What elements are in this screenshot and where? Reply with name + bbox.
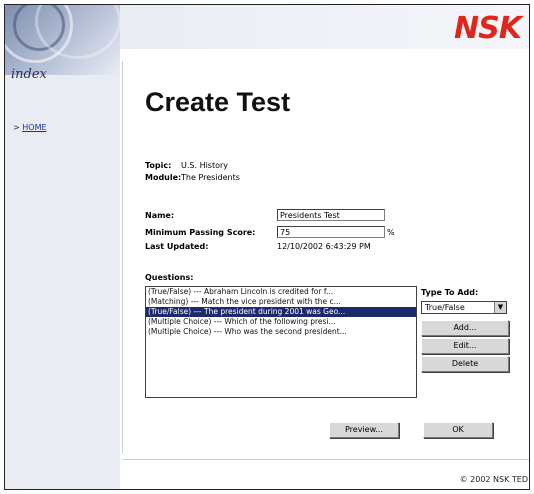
home-prefix: > <box>13 123 20 132</box>
passing-score-field[interactable] <box>277 226 385 238</box>
module-row: Module: The Presidents <box>145 173 240 182</box>
question-item[interactable]: (Multiple Choice) --- Which of the follo… <box>146 317 416 327</box>
preview-button[interactable]: Preview... <box>329 422 399 438</box>
edit-button[interactable]: Edit... <box>421 338 509 354</box>
module-label: Module: <box>145 173 182 182</box>
passing-score-label: Minimum Passing Score: <box>145 228 256 237</box>
copyright-text: © 2002 NSK TED <box>459 475 528 484</box>
question-item[interactable]: (Matching) --- Match the vice president … <box>146 297 416 307</box>
topic-label: Topic: <box>145 161 172 170</box>
topic-value: U.S. History <box>181 161 229 170</box>
header-bar: NSK <box>120 5 529 49</box>
topic-row: Topic: U.S. History <box>145 161 228 170</box>
name-label: Name: <box>145 211 175 220</box>
sidebar: index > HOME <box>5 5 120 489</box>
question-type-value: True/False <box>425 303 465 312</box>
question-item[interactable]: (Multiple Choice) --- Who was the second… <box>146 327 416 337</box>
index-label: index <box>11 67 47 82</box>
footer-divider <box>123 459 529 460</box>
nsk-logo: NSK <box>454 11 522 46</box>
type-to-add-label: Type To Add: <box>421 288 479 297</box>
name-field[interactable] <box>277 209 385 221</box>
chevron-down-icon[interactable]: ▼ <box>494 302 506 313</box>
question-item-selected[interactable]: (True/False) --- The president during 20… <box>146 307 416 317</box>
last-updated-label: Last Updated: <box>145 242 209 251</box>
add-button[interactable]: Add... <box>421 320 509 336</box>
module-value: The Presidents <box>181 173 240 182</box>
last-updated-value: 12/10/2002 6:43:29 PM <box>277 242 371 251</box>
home-link[interactable]: HOME <box>22 123 46 132</box>
home-nav: > HOME <box>13 123 47 132</box>
questions-label: Questions: <box>145 273 194 282</box>
question-type-select[interactable]: True/False ▼ <box>421 301 507 314</box>
page-title: Create Test <box>145 87 291 117</box>
delete-button[interactable]: Delete <box>421 356 509 372</box>
bearing-graphic <box>5 5 120 75</box>
content-panel: Create Test Topic: U.S. History Module: … <box>122 61 529 484</box>
questions-listbox[interactable]: (True/False) --- Abraham Lincoln is cred… <box>145 286 417 398</box>
ok-button[interactable]: OK <box>423 422 493 438</box>
percent-sign: % <box>387 228 395 237</box>
question-item[interactable]: (True/False) --- Abraham Lincoln is cred… <box>146 287 416 297</box>
window-frame: index > HOME NSK Create Test Topic: U.S.… <box>4 4 530 490</box>
